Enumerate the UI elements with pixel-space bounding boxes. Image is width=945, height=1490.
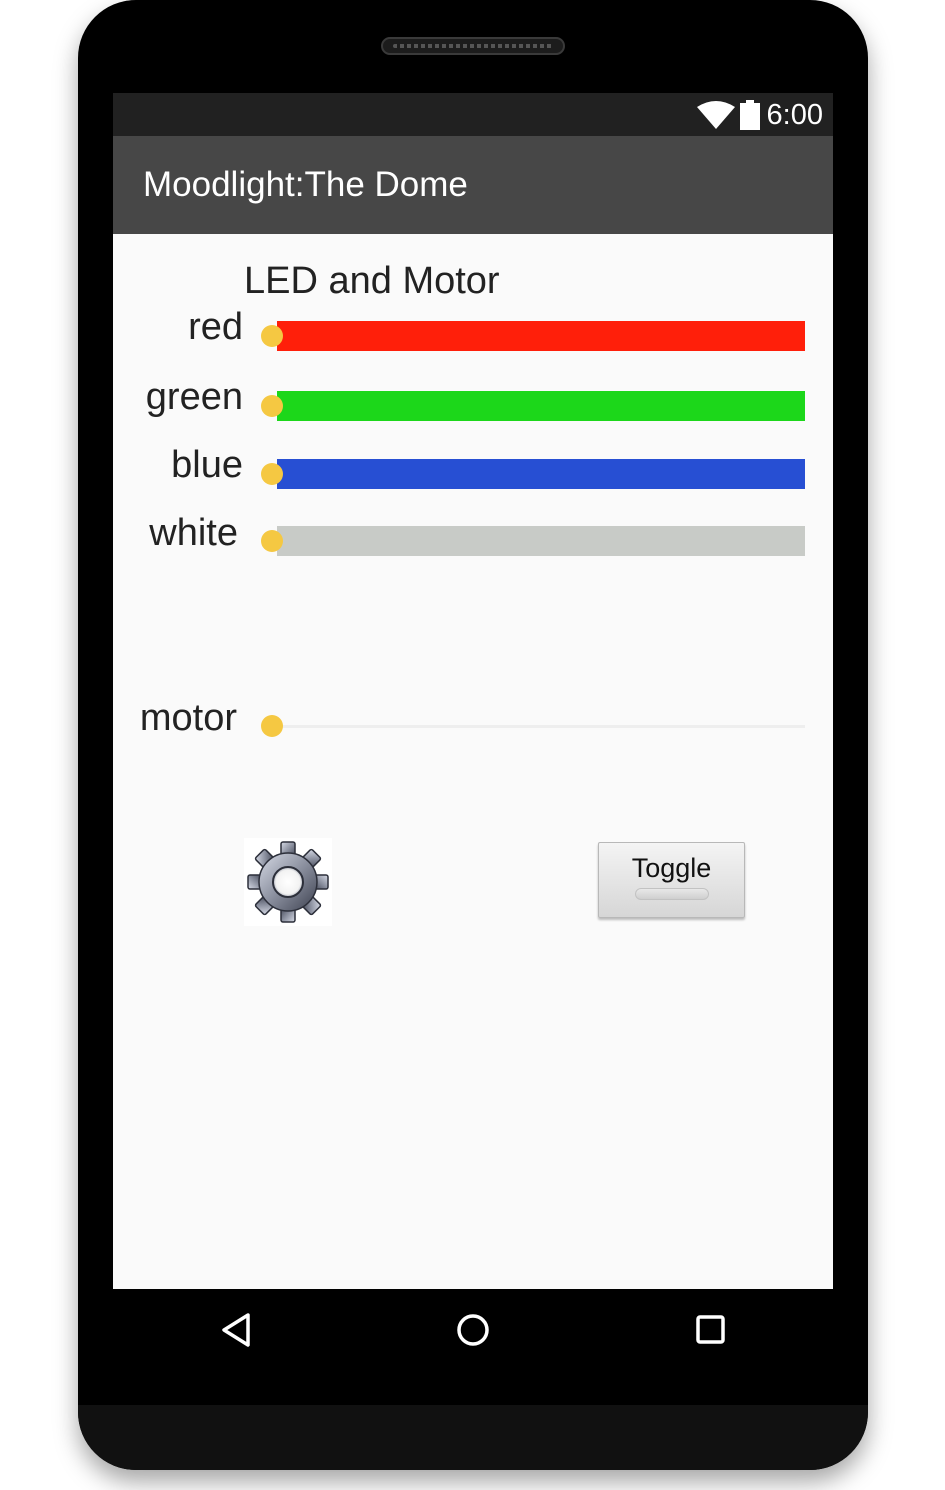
settings-button[interactable] <box>244 838 332 926</box>
blue-slider-track[interactable] <box>277 459 805 489</box>
motor-slider-thumb[interactable] <box>261 715 283 737</box>
white-slider-thumb[interactable] <box>261 530 283 552</box>
red-slider-thumb[interactable] <box>261 325 283 347</box>
back-icon[interactable] <box>212 1305 262 1355</box>
toggle-indicator <box>635 888 709 900</box>
recents-icon[interactable] <box>686 1305 736 1355</box>
white-slider[interactable] <box>261 525 806 557</box>
blue-label: blue <box>171 444 243 486</box>
white-label: white <box>149 512 238 554</box>
phone-chin <box>78 1405 868 1470</box>
toggle-button[interactable]: Toggle <box>598 842 745 918</box>
status-bar: 6:00 <box>113 93 833 136</box>
speaker-grill <box>393 44 553 48</box>
motor-slider-track[interactable] <box>277 725 805 728</box>
white-slider-track[interactable] <box>277 526 805 556</box>
wifi-icon <box>697 101 735 129</box>
gear-icon <box>247 841 329 923</box>
device-screen: 6:00 Moodlight:The Dome LED and Motor re… <box>113 93 833 1289</box>
red-slider[interactable] <box>261 320 806 352</box>
battery-icon <box>740 100 760 130</box>
green-slider-thumb[interactable] <box>261 395 283 417</box>
motor-slider[interactable] <box>261 710 806 742</box>
blue-slider-thumb[interactable] <box>261 463 283 485</box>
green-slider[interactable] <box>261 390 806 422</box>
red-slider-track[interactable] <box>277 321 805 351</box>
app-bar: Moodlight:The Dome <box>113 136 833 234</box>
green-slider-track[interactable] <box>277 391 805 421</box>
toggle-button-label: Toggle <box>631 853 712 883</box>
blue-slider[interactable] <box>261 458 806 490</box>
home-icon[interactable] <box>448 1305 498 1355</box>
earpiece-speaker <box>381 37 565 55</box>
section-header: LED and Motor <box>244 260 500 302</box>
status-time: 6:00 <box>766 99 823 131</box>
app-title: Moodlight:The Dome <box>143 165 468 204</box>
red-label: red <box>188 306 243 348</box>
green-label: green <box>145 376 243 418</box>
motor-label: motor <box>139 697 237 739</box>
